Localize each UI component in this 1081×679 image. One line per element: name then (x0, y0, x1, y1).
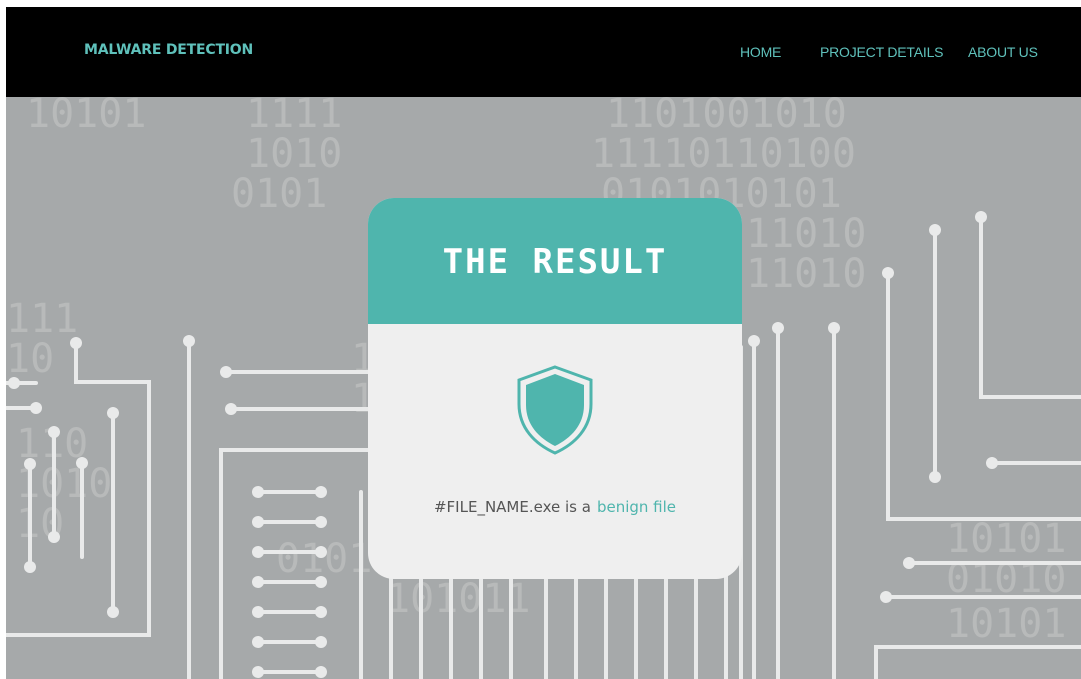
brand-logo[interactable]: MALWARE DETECTION (84, 42, 253, 58)
result-card: THE RESULT #FILE_NAME.exe is a benign fil… (368, 198, 742, 579)
bg-digits: 101011 (386, 576, 531, 622)
nav-link-project-details[interactable]: PROJECT DETAILS (820, 44, 943, 60)
bg-digits: 11010 (746, 251, 866, 297)
result-title: THE RESULT (442, 242, 668, 282)
nav-link-about-us[interactable]: ABOUT US (968, 44, 1038, 60)
navbar: MALWARE DETECTION HOME PROJECT DETAILS A… (6, 7, 1081, 97)
nav-link-home[interactable]: HOME (740, 44, 781, 60)
bg-digits: 10101 (946, 601, 1066, 647)
file-name-text: #FILE_NAME.exe is a (433, 498, 591, 516)
bg-digits: 0101 (231, 171, 327, 217)
result-message: #FILE_NAME.exe is a benign file (368, 498, 742, 516)
bg-digits: 10 (6, 336, 54, 382)
bg-digits: 0101 (276, 536, 372, 582)
bg-digits: 10101 (26, 97, 146, 137)
result-card-header: THE RESULT (368, 198, 742, 324)
verdict-text: benign file (596, 498, 677, 516)
shield-icon (517, 365, 593, 455)
